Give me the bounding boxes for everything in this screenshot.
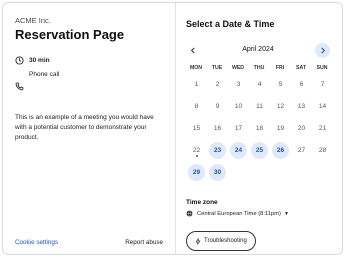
bolt-icon (195, 237, 201, 245)
calendar-day-7: 7 (320, 81, 325, 88)
calendar-day-5: 5 (278, 81, 283, 88)
event-description: This is an example of a meeting you woul… (15, 114, 154, 141)
calendar-day-12: 12 (276, 103, 285, 110)
chevron-right-icon (320, 47, 325, 54)
calendar-day-21: 21 (318, 125, 327, 132)
timezone-label: Time zone (186, 199, 218, 206)
calendar-day-16: 16 (213, 125, 222, 132)
calendar-title: Select a Date & Time (186, 19, 275, 29)
calendar-day-13: 13 (297, 103, 306, 110)
weekday-wed: WED (231, 65, 245, 71)
weekday-mon: MON (189, 65, 203, 71)
company-name: ACME Inc. (15, 16, 51, 25)
calendar-day-28: 28 (318, 147, 327, 154)
troubleshooting-label: Troubleshooting (204, 238, 247, 244)
weekday-fri: FRI (275, 65, 285, 71)
event-details-panel: ACME Inc. Reservation Page 30 min Phone … (3, 3, 176, 254)
clock-icon (15, 56, 24, 65)
next-month-button[interactable] (315, 43, 330, 58)
calendar-day-29[interactable]: 29 (188, 164, 205, 181)
calendar-day-15: 15 (192, 125, 201, 132)
chevron-left-icon (190, 47, 195, 54)
calendar-day-14: 14 (318, 103, 327, 110)
phone-row (15, 82, 29, 91)
page-title: Reservation Page (15, 27, 125, 42)
phone-icon (15, 82, 24, 91)
duration-label: 30 min (29, 57, 50, 64)
previous-month-button[interactable] (185, 43, 200, 58)
calendar-day-17: 17 (234, 125, 243, 132)
duration-row: 30 min (15, 56, 50, 65)
cookie-settings-link[interactable]: Cookie settings (15, 239, 58, 246)
calendar-day-9: 9 (215, 103, 220, 110)
calendar-day-4: 4 (257, 81, 262, 88)
calendar-day-3: 3 (236, 81, 241, 88)
weekday-tue: TUE (211, 65, 223, 71)
troubleshooting-button[interactable]: Troubleshooting (186, 231, 256, 251)
caret-down-icon: ▼ (284, 210, 289, 217)
calendar-day-25[interactable]: 25 (251, 142, 268, 159)
timezone-select[interactable]: Central European Time (8:11pm) ▼ (186, 210, 289, 217)
calendar-day-8: 8 (194, 103, 199, 110)
location-label: Phone call (29, 71, 60, 78)
calendar-day-18: 18 (255, 125, 264, 132)
calendar-day-2: 2 (215, 81, 220, 88)
calendar-day-30[interactable]: 30 (209, 164, 226, 181)
globe-icon (186, 210, 193, 217)
weekday-thu: THU (253, 65, 265, 71)
weekday-sun: SUN (316, 65, 328, 71)
report-abuse-link[interactable]: Report abuse (125, 239, 163, 246)
calendar-day-23[interactable]: 23 (209, 142, 226, 159)
calendar-day-1: 1 (194, 81, 199, 88)
location-row: Phone call (15, 70, 59, 79)
calendar-day-6: 6 (299, 81, 304, 88)
calendar-day-27: 27 (297, 147, 306, 154)
weekday-sat: SAT (296, 65, 306, 71)
calendar-day-19: 19 (276, 125, 285, 132)
calendar-day-20: 20 (297, 125, 306, 132)
timezone-value: Central European Time (8:11pm) (197, 210, 281, 217)
calendar-panel: Select a Date & Time April 2024 MON TUE WE… (175, 3, 342, 254)
calendar-day-26[interactable]: 26 (272, 142, 289, 159)
calendar-day-11: 11 (256, 103, 263, 110)
today-indicator (195, 155, 198, 157)
calendar-day-24[interactable]: 24 (230, 142, 247, 159)
calendar-day-22: 22 (188, 142, 205, 159)
calendar-day-10: 10 (234, 103, 243, 110)
booking-card: ACME Inc. Reservation Page 30 min Phone … (2, 2, 343, 255)
